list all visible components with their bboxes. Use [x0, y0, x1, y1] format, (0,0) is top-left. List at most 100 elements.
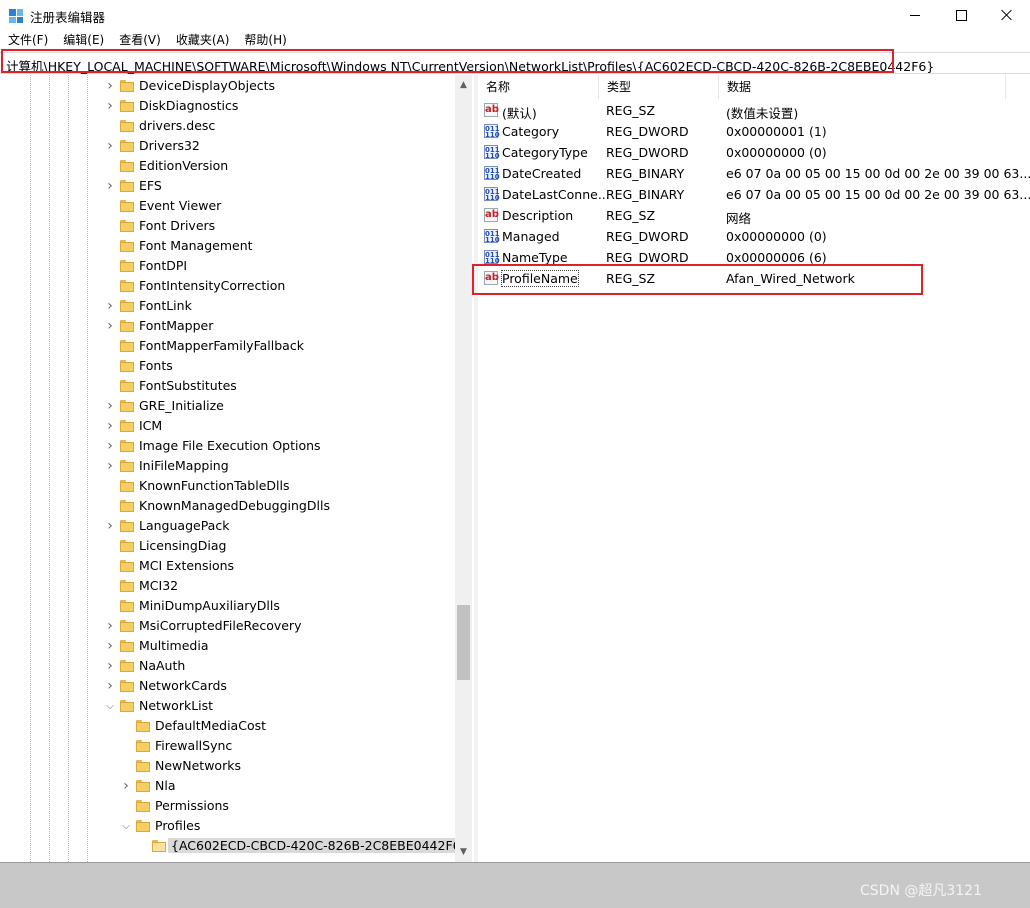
tree-node[interactable]: Permissions [0, 796, 455, 816]
tree-node[interactable]: EditionVersion [0, 156, 455, 176]
tree-node[interactable]: › NaAuth [0, 656, 455, 676]
chevron-right-icon[interactable]: › [105, 96, 115, 116]
folder-icon [120, 180, 134, 192]
tree-node-label: FontSubstitutes [139, 378, 237, 393]
scrollbar-thumb[interactable] [457, 605, 470, 680]
tree-node[interactable]: FontMapperFamilyFallback [0, 336, 455, 356]
chevron-right-icon[interactable]: › [105, 516, 115, 536]
chevron-right-icon[interactable]: › [105, 616, 115, 636]
folder-icon [120, 500, 134, 512]
minimize-button[interactable] [892, 0, 938, 30]
tree-node-label: DiskDiagnostics [139, 98, 239, 113]
scroll-down-icon[interactable]: ▼ [455, 844, 472, 860]
chevron-right-icon[interactable]: › [105, 316, 115, 336]
chevron-right-icon[interactable]: › [105, 176, 115, 196]
tree-node[interactable]: FontIntensityCorrection [0, 276, 455, 296]
tree-node[interactable]: › DiskDiagnostics [0, 96, 455, 116]
chevron-right-icon[interactable]: › [105, 396, 115, 416]
chevron-right-icon[interactable]: › [105, 296, 115, 316]
tree-node[interactable]: FontDPI [0, 256, 455, 276]
maximize-button[interactable] [938, 0, 984, 30]
title-bar[interactable]: 注册表编辑器 [0, 0, 1030, 30]
chevron-right-icon[interactable]: › [105, 136, 115, 156]
chevron-down-icon[interactable]: ⌵ [121, 816, 131, 836]
tree-node[interactable]: › FontLink [0, 296, 455, 316]
value-row[interactable]: ab (默认) REG_SZ (数值未设置) [478, 100, 1030, 121]
tree-node[interactable]: ⌵ Profiles [0, 816, 455, 836]
folder-icon [120, 660, 134, 672]
tree-node[interactable]: MCI32 [0, 576, 455, 596]
maximize-icon [955, 9, 967, 21]
value-row[interactable]: 011 110 DateCreated REG_BINARY e6 07 0a 00 … [478, 163, 1030, 184]
chevron-right-icon[interactable]: › [105, 636, 115, 656]
folder-icon [136, 780, 150, 792]
tree-node[interactable]: › MsiCorruptedFileRecovery [0, 616, 455, 636]
chevron-right-icon[interactable]: › [105, 416, 115, 436]
binary-value-icon: 011 110 [484, 250, 500, 265]
tree-node[interactable]: Event Viewer [0, 196, 455, 216]
chevron-right-icon[interactable]: › [105, 676, 115, 696]
folder-icon [136, 820, 150, 832]
chevron-right-icon[interactable]: › [105, 436, 115, 456]
tree-node[interactable]: KnownFunctionTableDlls [0, 476, 455, 496]
menu-edit[interactable]: 编辑(E) [55, 31, 111, 50]
tree-node[interactable]: ⌵ NetworkList [0, 696, 455, 716]
tree-node[interactable]: › LanguagePack [0, 516, 455, 536]
value-row[interactable]: 011 110 Managed REG_DWORD 0x00000000 (0) [478, 226, 1030, 247]
folder-icon [136, 760, 150, 772]
menu-view[interactable]: 查看(V) [111, 31, 168, 50]
value-row[interactable]: ab Description REG_SZ 网络 [478, 205, 1030, 226]
tree-node-label: LanguagePack [139, 518, 230, 533]
tree-node[interactable]: NewNetworks [0, 756, 455, 776]
tree-node-label: Fonts [139, 358, 173, 373]
scroll-up-icon[interactable]: ▲ [455, 77, 472, 93]
value-data: 0x00000001 (1) [726, 124, 827, 139]
column-header-type[interactable]: 类型 [599, 75, 719, 99]
tree-node[interactable]: {AC602ECD-CBCD-420C-826B-2C8EBE0442F6} [0, 836, 472, 856]
tree-node[interactable]: › ICM [0, 416, 455, 436]
close-button[interactable] [984, 0, 1030, 30]
tree-node[interactable]: MiniDumpAuxiliaryDlls [0, 596, 455, 616]
tree-node[interactable]: FirewallSync [0, 736, 455, 756]
folder-icon [120, 420, 134, 432]
folder-icon [120, 360, 134, 372]
tree-node[interactable]: › Multimedia [0, 636, 455, 656]
chevron-down-icon[interactable]: ⌵ [105, 696, 115, 716]
tree-node[interactable]: Fonts [0, 356, 455, 376]
chevron-right-icon[interactable]: › [121, 776, 131, 796]
value-row[interactable]: 011 110 CategoryType REG_DWORD 0x00000000 (… [478, 142, 1030, 163]
folder-icon [120, 440, 134, 452]
menu-file[interactable]: 文件(F) [0, 31, 55, 50]
tree-node[interactable]: › EFS [0, 176, 455, 196]
tree-node[interactable]: Font Management [0, 236, 455, 256]
tree-node[interactable]: › Drivers32 [0, 136, 455, 156]
tree-node[interactable]: › Nla [0, 776, 455, 796]
chevron-right-icon[interactable]: › [105, 76, 115, 96]
column-header-data[interactable]: 数据 [719, 75, 1006, 99]
tree-scrollbar[interactable]: ▲ ▼ [455, 75, 472, 862]
tree-node[interactable]: FontSubstitutes [0, 376, 455, 396]
tree-node[interactable]: drivers.desc [0, 116, 455, 136]
column-header-name[interactable]: 名称 [478, 75, 599, 99]
value-row[interactable]: 011 110 DateLastConne... REG_BINARY e6 07 0… [478, 184, 1030, 205]
tree-node[interactable]: › DeviceDisplayObjects [0, 76, 455, 96]
tree-node[interactable]: MCI Extensions [0, 556, 455, 576]
tree-node-label: FontMapper [139, 318, 214, 333]
tree-node[interactable]: › FontMapper [0, 316, 455, 336]
chevron-right-icon[interactable]: › [105, 656, 115, 676]
tree-node[interactable]: LicensingDiag [0, 536, 455, 556]
value-data: 0x00000000 (0) [726, 145, 827, 160]
tree-node[interactable]: › Image File Execution Options [0, 436, 455, 456]
binary-value-icon: 011 110 [484, 229, 500, 244]
value-row[interactable]: 011 110 Category REG_DWORD 0x00000001 (1) [478, 121, 1030, 142]
menu-help[interactable]: 帮助(H) [236, 31, 293, 50]
tree-node[interactable]: Font Drivers [0, 216, 455, 236]
tree-node[interactable]: › GRE_Initialize [0, 396, 455, 416]
chevron-right-icon[interactable]: › [105, 456, 115, 476]
tree-node[interactable]: KnownManagedDebuggingDlls [0, 496, 455, 516]
menu-favorites[interactable]: 收藏夹(A) [168, 31, 237, 50]
tree-node[interactable]: DefaultMediaCost [0, 716, 455, 736]
window-title: 注册表编辑器 [30, 10, 106, 25]
tree-node[interactable]: › NetworkCards [0, 676, 455, 696]
tree-node[interactable]: › IniFileMapping [0, 456, 455, 476]
